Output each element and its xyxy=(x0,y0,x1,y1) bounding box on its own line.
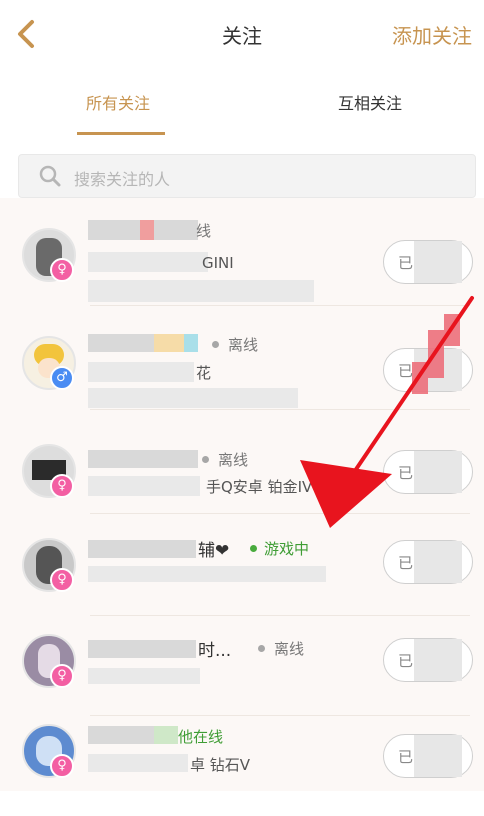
list-item[interactable]: ♂ 离线 花 已 xyxy=(0,310,484,410)
gender-female-icon: ♀ xyxy=(50,754,74,778)
follow-list: ♀ 线 GINI 已 ♂ 离线 花 已 ♀ 离线 手Q安卓 铂金IV 已 ♀ 辅… xyxy=(0,198,484,791)
status-text: 游戏中 xyxy=(264,540,310,558)
gender-male-icon: ♂ xyxy=(50,366,74,390)
search-input[interactable]: 搜索关注的人 xyxy=(18,154,476,198)
followed-button[interactable]: 已 xyxy=(383,540,473,584)
game-info: 手Q安卓 铂金IV xyxy=(206,478,313,496)
header: 关注 添加关注 xyxy=(0,0,484,69)
list-item[interactable]: ♀ 时... 离线 已 xyxy=(0,616,484,716)
followed-button[interactable]: 已 xyxy=(383,638,473,682)
gender-female-icon: ♀ xyxy=(50,474,74,498)
list-item[interactable]: ♀ 他在线 卓 钻石V 已 xyxy=(0,716,484,816)
search-area: 搜索关注的人 xyxy=(0,136,484,198)
gender-female-icon: ♀ xyxy=(50,258,74,282)
list-item[interactable]: ♀ 线 GINI 已 xyxy=(0,206,484,306)
status-text: 线 xyxy=(196,222,212,240)
active-tab-indicator xyxy=(77,132,165,135)
tab-all-follows[interactable]: 所有关注 xyxy=(86,90,150,114)
followed-button[interactable]: 已 xyxy=(383,734,473,778)
blurred-name xyxy=(88,640,196,658)
list-item[interactable]: ♀ 辅❤ 游戏中 已 xyxy=(0,516,484,616)
status-text: 他在线 xyxy=(178,728,224,746)
add-follow-button[interactable]: 添加关注 xyxy=(392,20,472,49)
followed-button[interactable]: 已 xyxy=(383,450,473,494)
list-item[interactable]: ♀ 离线 手Q安卓 铂金IV 已 xyxy=(0,414,484,514)
name-tail: 时... xyxy=(198,641,232,661)
blurred-name xyxy=(88,726,154,744)
blurred-name xyxy=(88,540,196,558)
game-info: GINI xyxy=(202,254,234,272)
name-tail: 辅❤ xyxy=(198,541,230,561)
status-text: 离线 xyxy=(228,336,259,354)
followed-button[interactable]: 已 xyxy=(383,240,473,284)
tab-mutual-follows[interactable]: 互相关注 xyxy=(338,90,402,114)
gender-female-icon: ♀ xyxy=(50,664,74,688)
status-text: 离线 xyxy=(274,640,305,658)
search-placeholder: 搜索关注的人 xyxy=(74,170,171,189)
search-icon xyxy=(39,165,61,187)
game-info: 卓 钻石V xyxy=(190,756,251,774)
game-info: 花 xyxy=(196,364,212,382)
blurred-name xyxy=(88,450,198,468)
gender-female-icon: ♀ xyxy=(50,568,74,592)
status-text: 离线 xyxy=(218,451,249,469)
tab-bar: 所有关注 互相关注 xyxy=(0,68,484,137)
